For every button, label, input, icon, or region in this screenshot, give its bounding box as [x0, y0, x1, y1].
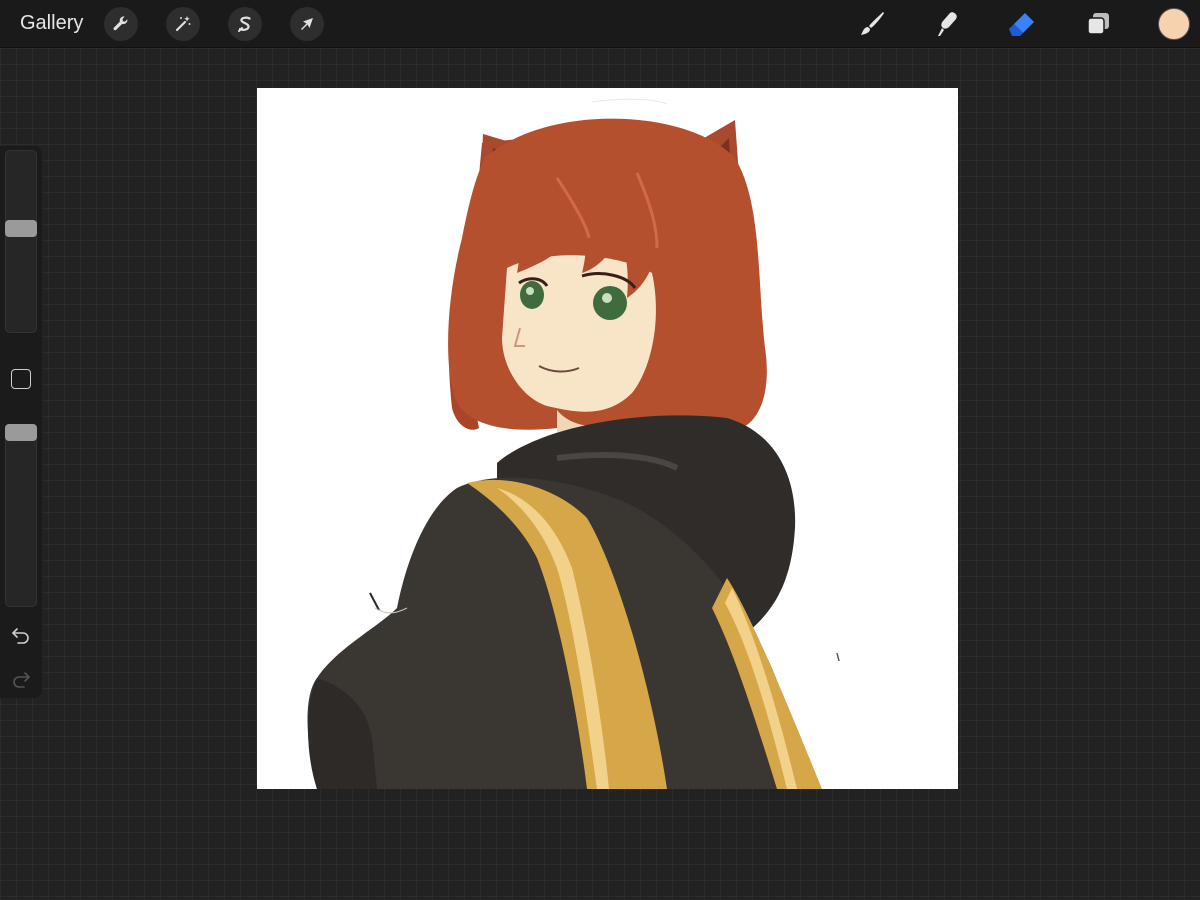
magic-wand-icon: [175, 16, 191, 32]
transform-button[interactable]: [290, 7, 324, 41]
left-sidebar: [0, 146, 42, 698]
selection-s-icon: [238, 16, 251, 32]
brush-size-slider[interactable]: [5, 150, 37, 333]
gallery-button[interactable]: Gallery: [20, 12, 83, 35]
smudge-tool-button[interactable]: [929, 6, 965, 42]
selection-button[interactable]: [228, 7, 262, 41]
adjustments-button[interactable]: [166, 7, 200, 41]
layers-icon: [1087, 13, 1109, 35]
top-toolbar: Gallery: [0, 0, 1200, 48]
modify-square-icon[interactable]: [11, 369, 31, 389]
brush-tool-button[interactable]: [854, 6, 890, 42]
redo-icon[interactable]: [10, 668, 32, 690]
brush-icon: [861, 12, 884, 35]
actions-button[interactable]: [104, 7, 138, 41]
smudge-icon: [938, 12, 957, 36]
drawing-canvas[interactable]: [257, 88, 958, 789]
arrow-cursor-icon: [301, 18, 313, 30]
artwork-illustration: [307, 98, 840, 789]
layers-button[interactable]: [1080, 6, 1116, 42]
opacity-thumb[interactable]: [5, 424, 37, 441]
color-picker-button[interactable]: [1158, 8, 1190, 40]
wrench-icon: [113, 16, 128, 31]
opacity-slider[interactable]: [5, 424, 37, 607]
undo-icon[interactable]: [10, 624, 32, 646]
brush-size-thumb[interactable]: [5, 219, 37, 237]
eraser-icon: [1009, 13, 1034, 36]
eraser-tool-button[interactable]: [1004, 6, 1040, 42]
